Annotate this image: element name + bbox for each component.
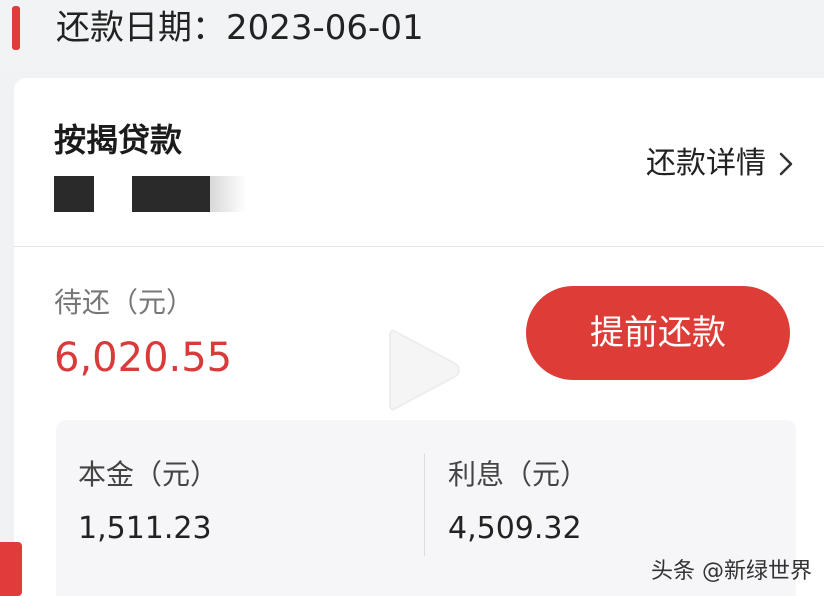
redacted-block	[54, 176, 94, 212]
prepay-button[interactable]: 提前还款	[526, 286, 790, 380]
divider	[424, 454, 425, 556]
loan-type-title: 按揭贷款	[54, 121, 183, 159]
loan-info-section: 按揭贷款 还款详情	[14, 78, 824, 247]
pending-amount-label: 待还（元）	[54, 286, 195, 319]
redacted-block	[132, 176, 210, 212]
play-icon[interactable]	[382, 322, 464, 418]
repayment-details-label: 还款详情	[646, 146, 766, 181]
loan-card: 按揭贷款 还款详情 待还（元） 6,020.55 提前还款 本金（元） 1,51…	[14, 78, 824, 596]
watermark: 头条 @新绿世界	[651, 559, 812, 584]
repayment-details-link[interactable]: 还款详情	[646, 144, 794, 184]
interest-label: 利息（元）	[448, 458, 589, 491]
redacted-block	[210, 176, 246, 212]
principal-value: 1,511.23	[78, 511, 212, 546]
interest-value: 4,509.32	[448, 511, 582, 546]
chevron-right-icon	[779, 152, 793, 176]
principal-label: 本金（元）	[78, 458, 219, 491]
repayment-date-label: 还款日期：2023-06-01	[56, 8, 424, 48]
section-marker	[12, 6, 20, 50]
pending-amount-value: 6,020.55	[54, 335, 233, 381]
repayment-date-header: 还款日期：2023-06-01	[0, 0, 824, 70]
section-marker	[0, 542, 22, 596]
